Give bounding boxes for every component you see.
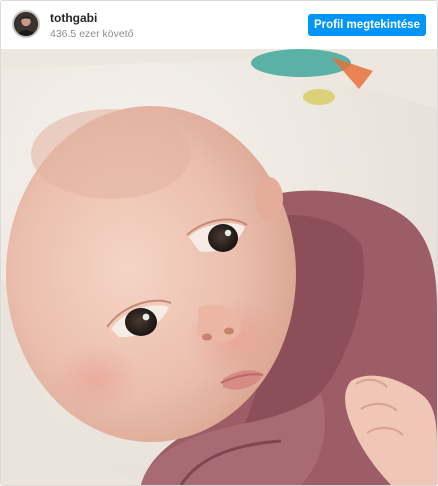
view-profile-button[interactable]: Profil megtekintése xyxy=(308,14,426,36)
post-header: tothgabi 436.5 ezer követő Profil megtek… xyxy=(1,1,437,49)
baby-photo xyxy=(1,49,437,485)
avatar[interactable] xyxy=(12,10,40,38)
avatar-image xyxy=(14,12,38,36)
follower-count: 436.5 ezer követő xyxy=(50,27,134,40)
instagram-embed: tothgabi 436.5 ezer követő Profil megtek… xyxy=(0,0,438,486)
username[interactable]: tothgabi xyxy=(50,11,133,26)
post-photo[interactable] xyxy=(1,49,437,485)
user-info: tothgabi 436.5 ezer követő xyxy=(50,11,134,40)
